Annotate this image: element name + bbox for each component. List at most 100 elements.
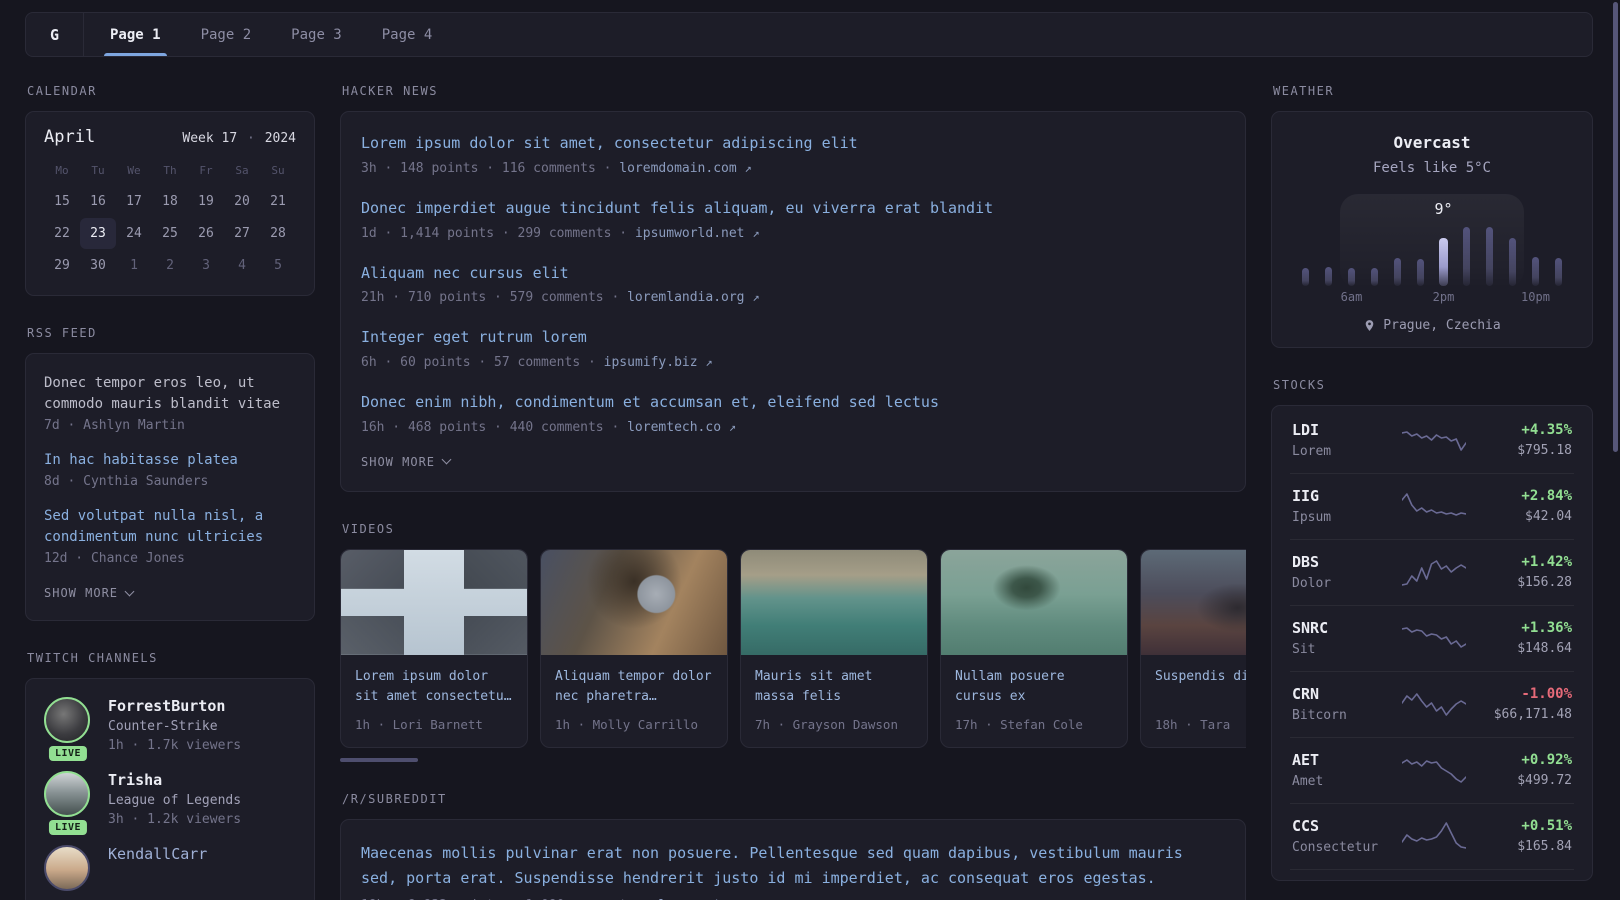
dashboard-page: G Page 1 Page 2 Page 3 Page 4 CALENDAR A…: [0, 0, 1620, 900]
stock-sparkline: [1402, 493, 1466, 516]
weather-bar-slot: [1524, 224, 1547, 286]
tab-page-4[interactable]: Page 4: [362, 13, 453, 56]
hackernews-list: Lorem ipsum dolor sit amet, consectetur …: [361, 133, 1225, 435]
hackernews-item: Donec imperdiet augue tincidunt felis al…: [361, 198, 1225, 241]
weather-bar: [1486, 227, 1493, 286]
weather-bar-slot: [1294, 224, 1317, 286]
hackernews-item-title[interactable]: Aliquam nec cursus elit: [361, 263, 1225, 285]
calendar-date: 26: [198, 226, 214, 241]
calendar-date: 28: [270, 226, 286, 241]
hackernews-item-stats: 21h · 710 points · 579 comments ·: [361, 290, 628, 306]
calendar-date: 21: [270, 194, 286, 209]
tab-page-3[interactable]: Page 3: [271, 13, 362, 56]
hackernews-item-domain[interactable]: ipsumify.biz: [604, 355, 698, 370]
stock-symbol: CCS: [1292, 817, 1320, 835]
video-meta: 1h · Molly Carrillo: [555, 716, 698, 732]
twitch-channel-name[interactable]: Trisha: [108, 771, 162, 789]
stock-symbol: CRN: [1292, 685, 1320, 703]
avatar[interactable]: [44, 697, 90, 743]
weather-bar-slot: [1363, 224, 1386, 286]
video-card[interactable]: Suspendis diam 18h · Tara: [1140, 548, 1246, 748]
video-title[interactable]: Aliquam tempor dolor nec pharetra…: [555, 667, 713, 707]
app-logo[interactable]: G: [26, 13, 84, 56]
twitch-avatar-wrap: LIVE: [44, 697, 92, 761]
reddit-post: Maecenas mollis pulvinar erat non posuer…: [361, 841, 1225, 900]
video-card[interactable]: Lorem ipsum dolor sit amet consectetu… 1…: [340, 548, 528, 748]
stock-symbol: SNRC: [1292, 619, 1329, 637]
carousel-scrollbar[interactable]: [340, 757, 418, 762]
video-thumbnail[interactable]: [341, 549, 527, 655]
stock-name: Amet: [1292, 774, 1324, 789]
weather-bar-slot: [1455, 224, 1478, 286]
hackernews-item-domain[interactable]: ipsumworld.net: [635, 226, 745, 241]
weather-bar: [1532, 257, 1539, 286]
twitch-channel-name[interactable]: KendallCarr: [108, 845, 207, 863]
hackernews-item-domain[interactable]: loremtech.co: [627, 420, 721, 435]
video-thumbnail[interactable]: [741, 549, 927, 655]
video-thumbnail[interactable]: [1141, 549, 1246, 655]
hackernews-item-stats: 3h · 148 points · 116 comments ·: [361, 160, 620, 176]
twitch-widget-title: TWITCH CHANNELS: [27, 651, 158, 665]
hackernews-item-domain[interactable]: loremlandia.org: [627, 290, 744, 305]
hackernews-item-title[interactable]: Lorem ipsum dolor sit amet, consectetur …: [361, 133, 1225, 155]
stock-id: IIG Ipsum: [1292, 487, 1394, 525]
weather-condition: Overcast: [1393, 133, 1471, 152]
calendar-date: 4: [238, 258, 246, 273]
rss-list: Donec tempor eros leo, ut commodo mauris…: [44, 373, 296, 566]
page-scrollbar-thumb[interactable]: [1613, 2, 1618, 452]
hackernews-item-stats: 16h · 468 points · 440 comments ·: [361, 419, 628, 435]
stock-id: SNRC Sit: [1292, 619, 1394, 657]
weather-feels-like: Feels like 5°C: [1372, 160, 1491, 176]
weather-bar-slot: [1386, 224, 1409, 286]
rss-item-title[interactable]: Donec tempor eros leo, ut commodo mauris…: [44, 373, 296, 415]
tab-page-2[interactable]: Page 2: [181, 13, 272, 56]
stock-values: +4.35% $795.18: [1517, 422, 1572, 458]
stock-price: $66,171.48: [1493, 707, 1572, 722]
page-tabs: Page 1 Page 2 Page 3 Page 4: [84, 13, 452, 56]
hackernews-item-title[interactable]: Donec enim nibh, condimentum et accumsan…: [361, 392, 1225, 414]
video-card[interactable]: Nullam posuere cursus ex 17h · Stefan Co…: [940, 548, 1128, 748]
subreddit-card: Maecenas mollis pulvinar erat non posuer…: [340, 818, 1246, 900]
weather-time-label: 2pm: [1432, 290, 1455, 304]
video-title[interactable]: Suspendis diam: [1155, 667, 1246, 707]
hackernews-item-stats: 6h · 60 points · 57 comments ·: [361, 355, 604, 370]
tab-page-1[interactable]: Page 1: [90, 13, 181, 56]
chevron-down-icon: [124, 586, 135, 596]
stock-price: $156.28: [1517, 575, 1572, 590]
hackernews-show-more-button[interactable]: SHOW MORE: [361, 455, 452, 469]
live-badge: LIVE: [48, 820, 88, 835]
calendar-week-info: Week 17 · 2024: [182, 131, 296, 146]
external-link-icon: ↗: [705, 355, 713, 369]
weather-location: Prague, Czechia: [1292, 318, 1572, 333]
video-card[interactable]: Mauris sit amet massa felis 7h · Grayson…: [740, 548, 928, 748]
video-title[interactable]: Nullam posuere cursus ex: [955, 667, 1113, 707]
twitch-channel-name[interactable]: ForrestBurton: [108, 697, 225, 715]
rss-item-title[interactable]: Sed volutpat nulla nisl, a condimentum n…: [44, 506, 296, 548]
avatar[interactable]: [44, 771, 90, 817]
video-card[interactable]: Aliquam tempor dolor nec pharetra… 1h · …: [540, 548, 728, 748]
weather-bar-slot: [1547, 224, 1570, 286]
rss-item-title[interactable]: In hac habitasse platea: [44, 450, 296, 471]
rss-show-more-button[interactable]: SHOW MORE: [44, 586, 135, 600]
stock-change-percent: +2.84%: [1521, 488, 1572, 504]
stock-id: AET Amet: [1292, 751, 1394, 789]
hackernews-item-title[interactable]: Donec imperdiet augue tincidunt felis al…: [361, 198, 1225, 220]
stock-row: CCS Consectetur +0.51% $165.84: [1290, 803, 1574, 869]
calendar-date: 3: [202, 258, 210, 273]
hackernews-item-domain[interactable]: loremdomain.com: [619, 161, 736, 176]
video-thumbnail[interactable]: [941, 549, 1127, 655]
calendar-day-header: Fr: [199, 164, 213, 177]
twitch-avatar-wrap: LIVE: [44, 771, 92, 835]
video-title[interactable]: Lorem ipsum dolor sit amet consectetu…: [355, 667, 513, 707]
hackernews-widget-title: HACKER NEWS: [342, 84, 438, 98]
twitch-channel-meta: 3h · 1.2k viewers: [108, 812, 242, 827]
hackernews-item: Aliquam nec cursus elit 21h · 710 points…: [361, 263, 1225, 306]
avatar[interactable]: [44, 845, 90, 891]
hackernews-item-title[interactable]: Integer eget rutrum lorem: [361, 327, 1225, 349]
stock-row: IIG Ipsum +2.84% $42.04: [1290, 473, 1574, 539]
video-thumbnail[interactable]: [541, 549, 727, 655]
hackernews-item-meta: 16h · 468 points · 440 comments · loremt…: [361, 420, 1225, 435]
video-title[interactable]: Mauris sit amet massa felis: [755, 667, 913, 707]
calendar-week-number: 17: [221, 131, 238, 146]
reddit-post-title[interactable]: Maecenas mollis pulvinar erat non posuer…: [361, 841, 1225, 892]
